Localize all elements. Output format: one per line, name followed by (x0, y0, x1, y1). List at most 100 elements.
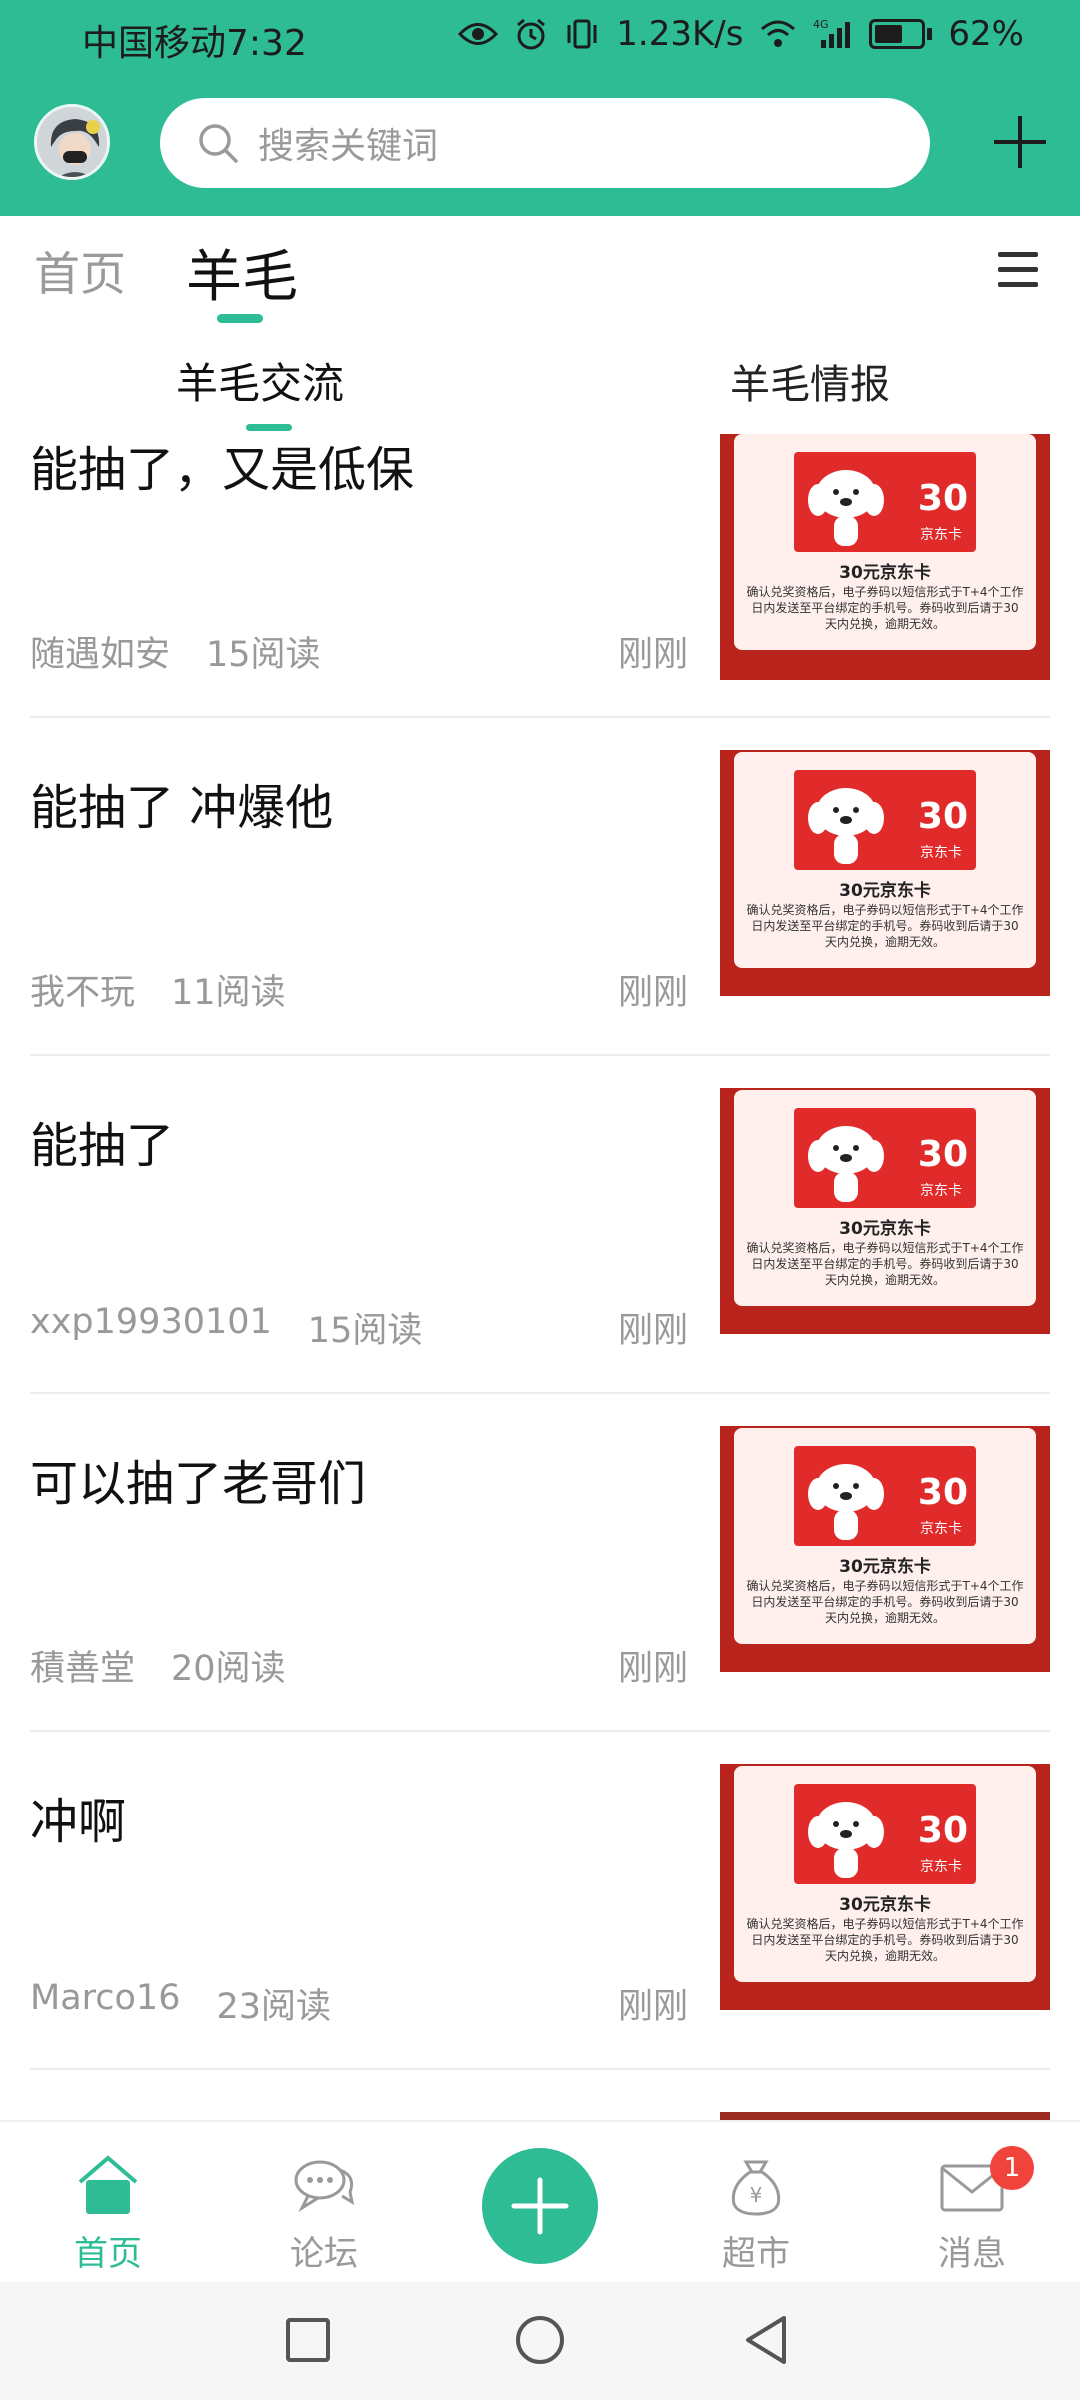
post-author: xxp19930101 (30, 1302, 272, 1342)
post-title: 可以抽了老哥们 (30, 1456, 367, 1512)
add-icon[interactable] (990, 112, 1050, 172)
eye-icon (458, 21, 499, 47)
nav-messages-label: 消息 (938, 2234, 1006, 2274)
card-label: 京东卡 (920, 1859, 962, 1875)
nav-market-label: 超市 (722, 2234, 790, 2274)
tab-active-indicator (217, 314, 263, 323)
post-thumbnail (720, 2112, 1050, 2120)
avatar[interactable] (34, 104, 110, 180)
card-title: 30元京东卡 (839, 1219, 931, 1239)
card-amount: 30 (917, 1810, 968, 1851)
nav-home[interactable]: 首页 (28, 2122, 188, 2284)
post-thumbnail: 30 京东卡 30元京东卡 确认兑奖资格后，电子券码以短信形式于T+4个工作日内发… (720, 434, 1050, 680)
chat-bubbles-icon (294, 2160, 355, 2213)
nav-forum-label: 论坛 (290, 2234, 358, 2274)
search-bar[interactable]: 搜索关键词 (160, 98, 930, 188)
card-desc: 确认兑奖资格后，电子券码以短信形式于T+4个工作日内发送至平台绑定的手机号。券码… (746, 1917, 1024, 1963)
card-desc: 确认兑奖资格后，电子券码以短信形式于T+4个工作日内发送至平台绑定的手机号。券码… (746, 1579, 1024, 1625)
post-meta: 積善堂 20阅读 (30, 1640, 286, 1691)
home-icon (78, 2155, 138, 2214)
post-thumbnail: 30 京东卡 30元京东卡 确认兑奖资格后，电子券码以短信形式于T+4个工作日内发… (720, 750, 1050, 996)
subtab-yangmao-exchange[interactable]: 羊毛交流 (176, 350, 344, 411)
divider (30, 2068, 1050, 2070)
card-title: 30元京东卡 (839, 1557, 931, 1577)
post-reads: 15阅读 (206, 635, 321, 675)
card-label: 京东卡 (920, 1521, 962, 1537)
money-bag-icon: ¥ (731, 2160, 781, 2216)
post-meta: 随遇如安 15阅读 (30, 626, 321, 677)
dog-mascot-icon (808, 470, 884, 546)
system-nav-bar (0, 2282, 1080, 2400)
divider (30, 1392, 1050, 1394)
post-thumbnail: 30 京东卡 30元京东卡 确认兑奖资格后，电子券码以短信形式于T+4个工作日内发… (720, 1426, 1050, 1672)
card-amount: 30 (917, 796, 968, 837)
divider (30, 716, 1050, 718)
card-label: 京东卡 (920, 527, 962, 543)
post-thumbnail: 30 京东卡 30元京东卡 确认兑奖资格后，电子券码以短信形式于T+4个工作日内发… (720, 1088, 1050, 1334)
nav-market[interactable]: ¥ 超市 (676, 2122, 836, 2284)
battery-percent: 62% (948, 14, 1024, 54)
post-time: 刚刚 (618, 973, 689, 1013)
dog-mascot-icon (808, 788, 884, 864)
post-reads: 15阅读 (307, 1311, 423, 1351)
nav-forum[interactable]: 论坛 (244, 2122, 404, 2284)
post-time: 刚刚 (618, 635, 689, 675)
card-label: 京东卡 (920, 1183, 962, 1199)
battery-icon (869, 19, 933, 49)
alarm-icon (514, 17, 548, 51)
menu-icon[interactable] (998, 250, 1042, 290)
post-author: 随遇如安 (30, 635, 171, 675)
dog-mascot-icon (808, 1464, 884, 1540)
post-title: 能抽了 冲爆他 (30, 780, 334, 836)
app-header: 中国移动7:32 1.23K/s 4G 62% 搜索关键词 (0, 0, 1080, 216)
status-icons: 1.23K/s 4G 62% (458, 14, 1024, 54)
carrier-time: 中国移动7:32 (82, 23, 307, 64)
card-desc: 确认兑奖资格后，电子券码以短信形式于T+4个工作日内发送至平台绑定的手机号。券码… (746, 585, 1024, 631)
post-feed[interactable]: 能抽了，又是低保 随遇如安 15阅读 刚刚 30 京东卡 30元京东卡 确认兑奖资… (0, 430, 1080, 2120)
square-icon[interactable] (284, 2316, 332, 2364)
vibrate-icon (564, 17, 600, 51)
back-triangle-icon[interactable] (742, 2314, 790, 2366)
circle-icon[interactable] (514, 2314, 566, 2366)
search-icon (199, 124, 238, 163)
post-add-button[interactable] (482, 2148, 598, 2264)
tab-yangmao[interactable]: 羊毛 (186, 232, 298, 313)
post-reads: 23阅读 (216, 1987, 332, 2027)
nav-messages[interactable]: 1 消息 (892, 2122, 1052, 2284)
card-amount: 30 (917, 478, 968, 519)
post-author: Marco16 (30, 1978, 181, 2018)
dog-mascot-icon (808, 1126, 884, 1202)
plus-icon (511, 2177, 569, 2235)
post-time: 刚刚 (618, 1987, 689, 2027)
post-reads: 11阅读 (171, 973, 286, 1013)
status-bar: 中国移动7:32 1.23K/s 4G 62% (0, 0, 1080, 76)
post-thumbnail: 30 京东卡 30元京东卡 确认兑奖资格后，电子券码以短信形式于T+4个工作日内发… (720, 1764, 1050, 2010)
post-title: 能抽了 (30, 1118, 175, 1174)
post-title: 能抽了，又是低保 (30, 442, 415, 498)
card-label: 京东卡 (920, 845, 962, 861)
nav-home-label: 首页 (74, 2234, 142, 2274)
card-title: 30元京东卡 (839, 563, 931, 583)
card-title: 30元京东卡 (839, 1895, 931, 1915)
subtab-yangmao-news[interactable]: 羊毛情报 (730, 352, 890, 410)
post-reads: 20阅读 (171, 1649, 286, 1689)
post-time: 刚刚 (618, 1649, 689, 1689)
divider (30, 1730, 1050, 1732)
card-title: 30元京东卡 (839, 881, 931, 901)
bottom-nav: 首页 论坛 ¥ 超市 1 消息 (0, 2120, 1080, 2282)
net-speed: 1.23K/s (616, 14, 744, 54)
dog-mascot-icon (808, 1802, 884, 1878)
card-amount: 30 (917, 1472, 968, 1513)
signal-icon: 4G (813, 18, 853, 50)
post-time: 刚刚 (618, 1311, 689, 1351)
post-author: 我不玩 (30, 973, 136, 1013)
tab-home[interactable]: 首页 (34, 238, 126, 304)
post-meta: xxp19930101 15阅读 (30, 1302, 422, 1353)
post-author: 積善堂 (30, 1649, 136, 1689)
card-amount: 30 (917, 1134, 968, 1175)
card-desc: 确认兑奖资格后，电子券码以短信形式于T+4个工作日内发送至平台绑定的手机号。券码… (746, 903, 1024, 949)
wifi-icon (759, 19, 797, 49)
divider (30, 1054, 1050, 1056)
post-meta: 我不玩 11阅读 (30, 964, 286, 1015)
message-badge: 1 (990, 2146, 1034, 2190)
